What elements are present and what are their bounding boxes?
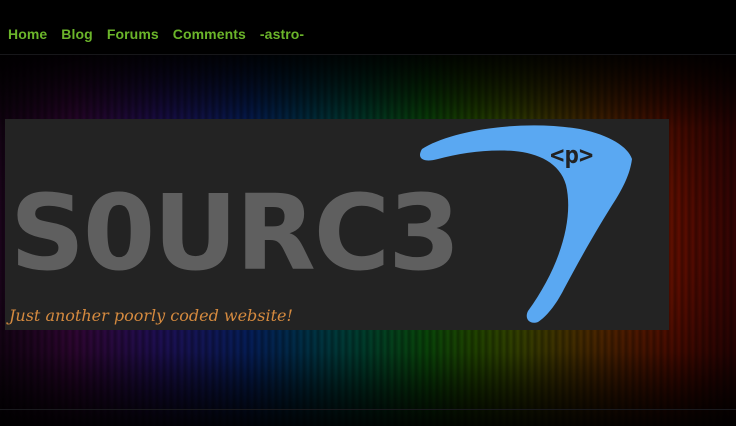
nav-link-home[interactable]: Home bbox=[8, 26, 47, 42]
nav-link-comments[interactable]: Comments bbox=[173, 26, 246, 42]
nav-link-forums[interactable]: Forums bbox=[107, 26, 159, 42]
site-header-banner[interactable]: S0URC3 <p> Just another poorly coded web… bbox=[5, 119, 669, 330]
boomerang-shape bbox=[419, 125, 632, 323]
page: Home Blog Forums Comments -astro- S0URC3… bbox=[0, 0, 736, 426]
main-nav: Home Blog Forums Comments -astro- bbox=[8, 26, 318, 42]
site-tagline: Just another poorly coded website! bbox=[9, 306, 293, 325]
nav-link-blog[interactable]: Blog bbox=[61, 26, 93, 42]
site-logo-text: S0URC3 bbox=[10, 172, 460, 294]
top-navigation-bar: Home Blog Forums Comments -astro- bbox=[0, 0, 736, 55]
divider bbox=[0, 409, 736, 410]
html-tag-label: <p> bbox=[550, 141, 594, 169]
nav-link-astro[interactable]: -astro- bbox=[260, 26, 304, 42]
boomerang-logo-icon bbox=[419, 125, 632, 323]
